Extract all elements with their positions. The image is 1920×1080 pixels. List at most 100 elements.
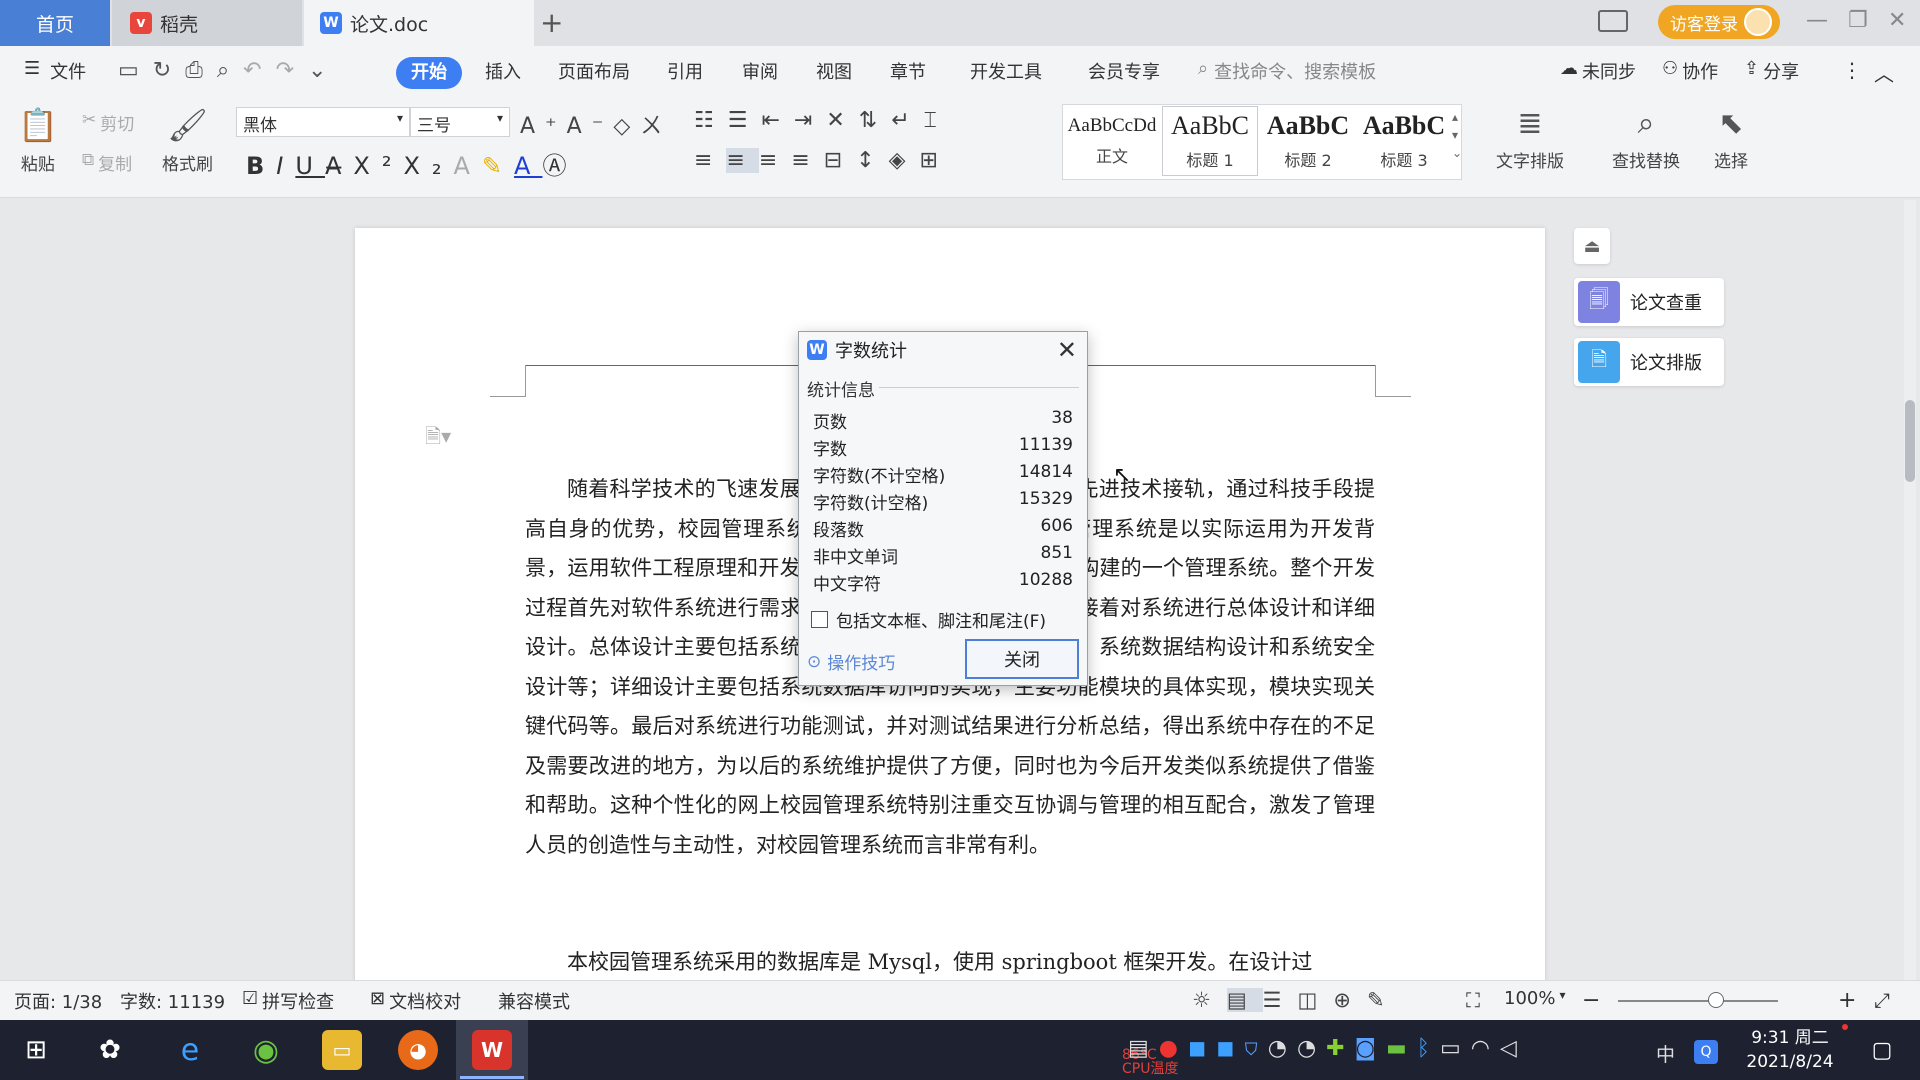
line-spacing-icon[interactable]: ↕ [856,148,888,173]
action-center-icon[interactable]: ▢ [1862,1030,1902,1070]
font-size-select[interactable]: 三号 ▾ [410,107,510,137]
phonetic-icon[interactable]: ㄨ [640,114,672,139]
customize-icon[interactable]: ⌄ [308,58,340,83]
clear-format-icon[interactable]: ◇ [613,114,640,139]
zoom-out-button[interactable]: − [1582,988,1600,1013]
select-button[interactable]: ⬉ 选择 [1714,106,1748,172]
strikethrough-icon[interactable]: A̶ [325,152,353,180]
copy-button[interactable]: ⧉ 复制 [82,150,132,175]
bold-icon[interactable]: B [246,152,276,180]
pinwheel-app-icon[interactable]: ✿ [90,1030,130,1070]
redo-icon[interactable]: ↷ [276,58,308,83]
subscript-icon[interactable]: X₂ [403,152,453,180]
checkbox-box[interactable] [811,611,828,628]
qq-icon[interactable]: ◔ [1268,1036,1297,1061]
highlight-icon[interactable]: ✎ [482,152,514,180]
print-icon[interactable]: ⎙ [185,58,217,83]
text-effect-icon[interactable]: A [454,152,482,180]
write-mode-icon[interactable]: ✎ [1367,988,1401,1012]
file-explorer-icon[interactable]: ▭ [322,1030,362,1070]
print-preview-icon[interactable]: ⌕ [217,58,243,83]
bullet-list-icon[interactable]: ☷ [694,108,728,133]
cut-button[interactable]: ✂ 剪切 [82,110,134,135]
distribute-icon[interactable]: ⊟ [824,148,856,173]
menu-review[interactable]: 审阅 [742,58,778,84]
command-search[interactable]: ⌕ 查找命令、搜索模板 [1198,58,1376,84]
shrink-font-icon[interactable]: A⁻ [567,114,614,139]
menu-developer[interactable]: 开发工具 [970,58,1042,84]
360-browser-icon[interactable]: ◉ [246,1030,286,1070]
menu-member[interactable]: 会员专享 [1088,58,1160,84]
wps-office-icon[interactable]: W [472,1030,512,1070]
menu-page-layout[interactable]: 页面布局 [558,58,630,84]
document-outline-icon[interactable]: 🗎▾ [425,422,451,456]
close-window-icon[interactable]: ✕ [1888,8,1906,33]
shading-icon[interactable]: ◈ [889,148,920,173]
minimize-icon[interactable]: — [1806,8,1828,33]
tab-home[interactable]: 首页 [0,0,110,46]
text-direction-icon[interactable]: ↵ [891,108,923,133]
align-center-icon[interactable]: ≡ [726,148,759,173]
close-button[interactable]: 关闭 [965,639,1079,679]
page-view-icon[interactable]: ▤ [1226,988,1263,1012]
fit-page-icon[interactable]: ⛶ [1466,988,1480,1012]
tips-link[interactable]: ⊙ 操作技巧 [807,649,895,675]
numbered-list-icon[interactable]: ☰ [728,108,762,133]
tray-app-icon[interactable]: ◼ [1216,1036,1244,1061]
paragraph-tools-top[interactable]: ☷☰⇤⇥✕⇅↵⌶ [694,108,951,133]
style-normal[interactable]: AaBbCcDd 正文 [1064,106,1160,176]
web-view-icon[interactable]: ⊕ [1333,988,1367,1012]
find-replace-button[interactable]: ⌕ 查找替换 [1612,106,1680,172]
menu-start[interactable]: 开始 [396,57,462,89]
char-border-icon[interactable]: Ⓐ [542,152,578,180]
dialog-title-bar[interactable]: W 字数统计 [799,332,1087,368]
style-heading-2[interactable]: AaBbC 标题 2 [1260,106,1356,176]
window-layout-icon[interactable] [1598,10,1628,32]
zoom-in-button[interactable]: + [1838,988,1856,1013]
font-color-icon[interactable]: A [514,152,542,180]
borders-icon[interactable]: ⊞ [920,148,952,173]
align-left-icon[interactable]: ≡ [694,148,726,173]
view-modes[interactable]: ☼▤☰◫⊕✎ [1192,988,1401,1012]
menu-chapter[interactable]: 章节 [890,58,926,84]
chevron-up-icon[interactable]: ▴ [1452,110,1458,124]
plus-app-icon[interactable]: ✚ [1326,1036,1354,1061]
outline-view-icon[interactable]: ☰ [1263,988,1298,1012]
grow-font-icon[interactable]: A⁺ [520,114,567,139]
sync-button[interactable]: ☁ 未同步 [1560,58,1636,84]
word-count-indicator[interactable]: 字数: 11139 [120,988,225,1014]
fullscreen-icon[interactable]: ⤢ [1874,988,1890,1012]
style-heading-3[interactable]: AaBbC 标题 3 [1356,106,1452,176]
scrollbar-thumb[interactable] [1905,400,1915,482]
body-paragraph-2[interactable]: 本校园管理系统采用的数据库是 Mysql，使用 springboot 框架开发。… [525,943,1375,982]
increase-indent-icon[interactable]: ⇥ [794,108,826,133]
paper-check-button[interactable]: 🗐 论文查重 [1574,278,1724,326]
text-layout-button[interactable]: ≣ 文字排版 [1496,106,1564,172]
page-indicator[interactable]: 页面: 1/38 [14,988,102,1014]
collaborate-button[interactable]: ⚇ 协作 [1662,58,1718,84]
reading-view-icon[interactable]: ◫ [1298,988,1334,1012]
style-gallery-scroll[interactable]: ▴ ▾ ⌄ [1452,108,1462,162]
system-tray-icons[interactable]: ▤●◼◼⛉◔◔✚◙▬ᛒ▭◠◁ [1128,1036,1527,1061]
menu-references[interactable]: 引用 [667,58,703,84]
vertical-scrollbar[interactable] [1904,200,1916,980]
ime-app-icon[interactable]: Q [1694,1040,1718,1064]
collapse-ribbon-icon[interactable]: ︿ [1874,58,1894,87]
wifi-icon[interactable]: ◠ [1471,1036,1500,1061]
decrease-indent-icon[interactable]: ⇤ [761,108,793,133]
eye-protection-icon[interactable]: ☼ [1192,988,1227,1012]
underline-icon[interactable]: U [295,152,325,180]
menu-view[interactable]: 视图 [816,58,852,84]
new-tab-button[interactable]: + [540,6,563,39]
zoom-select[interactable]: 100% ▾ [1504,988,1566,1009]
news-icon[interactable]: ▤ [1128,1036,1159,1061]
chevron-down-icon[interactable]: ▾ [1452,128,1458,142]
font-size-tools[interactable]: A⁺A⁻◇ㄨ [520,108,672,140]
show-marks-icon[interactable]: ⌶ [924,108,951,133]
menu-insert[interactable]: 插入 [485,58,521,84]
shield-icon[interactable]: ⛉ [1245,1036,1268,1061]
superscript-icon[interactable]: X² [353,152,403,180]
guest-login-button[interactable]: 访客登录 [1658,5,1780,39]
font-name-select[interactable]: 黑体 ▾ [236,107,410,137]
justify-icon[interactable]: ≡ [791,148,823,173]
